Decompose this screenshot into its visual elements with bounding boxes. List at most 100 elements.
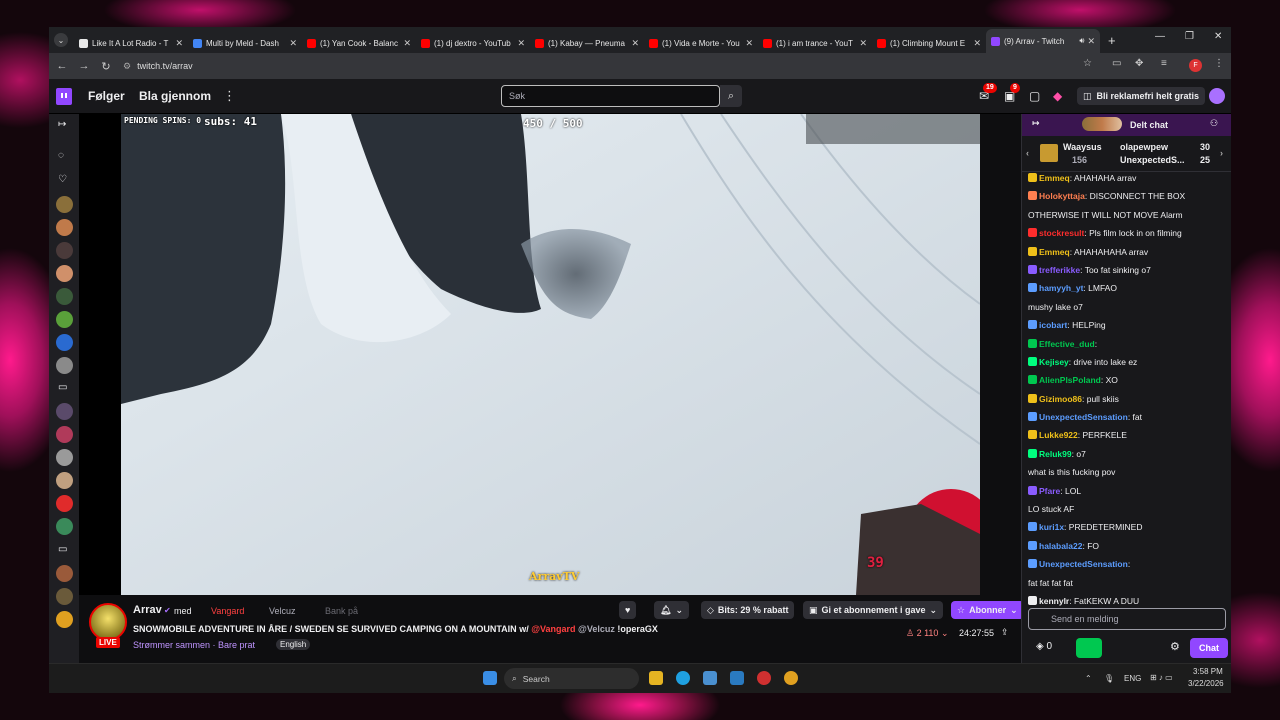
extensions-icon[interactable]: ✥ (1135, 58, 1143, 69)
channel-avatar[interactable] (56, 311, 73, 328)
tab-close-icon[interactable]: ✕ (289, 38, 297, 49)
chat-username[interactable]: UnexpectedSensation (1039, 412, 1128, 422)
tab-close-icon[interactable]: ✕ (403, 38, 411, 49)
browser-tab[interactable]: (1) Kabay — Pneuma ✕ (530, 33, 644, 53)
channel-avatar[interactable] (56, 518, 73, 535)
chat-settings-gear-icon[interactable]: ⚙ (1170, 640, 1180, 653)
reading-list-icon[interactable]: ≡ (1161, 58, 1167, 69)
chat-username[interactable]: Effective_dud (1039, 339, 1095, 349)
language-indicator[interactable]: ENG (1124, 674, 1141, 683)
channel-avatar[interactable] (56, 265, 73, 282)
channel-avatar[interactable] (56, 495, 73, 512)
chat-username[interactable]: AlienPlsPoland (1039, 375, 1101, 385)
clock-time[interactable]: 3:58 PM (1193, 667, 1223, 676)
tab-close-icon[interactable]: ✕ (745, 38, 753, 49)
share-icon[interactable]: ⇪ (1001, 627, 1009, 638)
browser-tab[interactable]: (9) Arrav - Twitch 🔊︎ ✕ (986, 29, 1100, 53)
url-field[interactable]: ⚙ twitch.tv/arrav (123, 61, 193, 72)
channel-avatar[interactable] (56, 242, 73, 259)
chat-username[interactable]: Reluk99 (1039, 449, 1072, 459)
tab-close-icon[interactable]: ✕ (517, 38, 525, 49)
channel-avatar[interactable] (56, 426, 73, 443)
forward-icon[interactable]: → (73, 60, 95, 72)
next-chevron-icon[interactable]: › (1220, 148, 1223, 158)
gift-sub-button[interactable]: ▣ Gi et abonnement i gave ⌄ (803, 601, 944, 619)
video-player[interactable]: PENDING SPINS: 0 subs: 41 450 / 500 Arra… (121, 114, 980, 595)
chat-username[interactable]: Pfare (1039, 486, 1060, 496)
channel-avatar[interactable] (56, 288, 73, 305)
streamer-name[interactable]: Arrav (133, 604, 162, 616)
edge-icon[interactable] (676, 671, 690, 685)
collapse-chat-icon[interactable]: ↦ (1032, 118, 1040, 129)
ad-free-button[interactable]: ◫ Bli reklamefri helt gratis (1077, 87, 1206, 105)
channel-avatar[interactable] (56, 219, 73, 236)
search-input[interactable]: Søk (501, 85, 720, 107)
expand-sidebar-icon[interactable]: ↦ (58, 119, 66, 130)
chat-username[interactable]: kennylr (1039, 596, 1069, 606)
chat-username[interactable]: Emmeq (1039, 247, 1070, 257)
channel-avatar[interactable] (56, 611, 73, 628)
browser-tab[interactable]: Like It A Lot Radio - T ✕ (74, 33, 188, 53)
language-tag[interactable]: English (276, 639, 311, 650)
chat-username[interactable]: UnexpectedSensation (1039, 559, 1128, 569)
site-info-icon[interactable]: ⚙ (123, 61, 131, 72)
title-mention-vangard[interactable]: @Vangard (531, 624, 575, 634)
twitch-logo-icon[interactable] (56, 88, 72, 105)
followed-heart-icon[interactable]: ♡ (58, 174, 67, 185)
channel-avatar[interactable] (56, 196, 73, 213)
start-windows-icon[interactable] (483, 671, 497, 685)
stream-category[interactable]: Strømmer sammen · Bare prat (133, 640, 255, 650)
browser-tab[interactable]: (1) Climbing Mount E ✕ (872, 33, 986, 53)
browser-tab[interactable]: (1) dj dextro - YouTub ✕ (416, 33, 530, 53)
whispers-icon[interactable]: ▢ (1029, 89, 1040, 103)
chat-username[interactable]: Gizimoo86 (1039, 394, 1082, 404)
chat-username[interactable]: kuri1x (1039, 522, 1064, 532)
bookmark-star-icon[interactable]: ☆ (1083, 58, 1092, 69)
user-avatar[interactable] (1209, 88, 1225, 104)
nav-browse[interactable]: Bla gjennom (139, 89, 211, 103)
menu-kebab-icon[interactable]: ⋮ (1214, 58, 1224, 69)
title-mention-velcuz[interactable]: @Velcuz (578, 624, 615, 634)
browser-tab[interactable]: (1) Yan Cook - Balanc ✕ (302, 33, 416, 53)
channel-avatar[interactable] (56, 403, 73, 420)
close-window-icon[interactable]: ✕ (1214, 31, 1222, 42)
prediction-icon[interactable] (1076, 638, 1102, 658)
prev-chevron-icon[interactable]: ‹ (1026, 148, 1029, 158)
channel-avatar[interactable] (56, 588, 73, 605)
chat-username[interactable]: trefferikke (1039, 265, 1080, 275)
chat-input[interactable]: Send en melding (1028, 608, 1226, 630)
browser-tab[interactable]: Multi by Meld - Dash ✕ (188, 33, 302, 53)
chat-username[interactable]: Holokyttaja (1039, 191, 1085, 201)
tab-close-icon[interactable]: ✕ (175, 38, 183, 49)
nav-following[interactable]: Følger (88, 89, 125, 103)
follow-heart-button[interactable]: ♥ (619, 601, 637, 619)
video-icon[interactable]: ▭ (58, 382, 67, 393)
taskbar-search[interactable]: ⌕ Search (504, 668, 639, 689)
chat-username[interactable]: icobart (1039, 320, 1067, 330)
tray-chevron-icon[interactable]: ⌃ (1085, 674, 1092, 683)
collab-velcuz[interactable]: Velcuz (269, 606, 296, 616)
chat-username[interactable]: hamyyh_yt (1039, 283, 1083, 293)
browser-tab[interactable]: (1) Vida e Morte - You ✕ (644, 33, 758, 53)
users-icon[interactable]: ⚇ (1210, 118, 1218, 129)
more-kebab-icon[interactable]: ⋮ (223, 88, 236, 104)
channel-avatar[interactable] (56, 565, 73, 582)
streamer-avatar[interactable] (89, 603, 127, 641)
microphone-icon[interactable]: 🎙︎ (1104, 674, 1114, 683)
profile-avatar[interactable]: F (1189, 59, 1202, 72)
video-icon[interactable]: ▭ (58, 544, 67, 555)
clock-date[interactable]: 3/22/2026 (1188, 679, 1224, 688)
tab-close-icon[interactable]: ✕ (973, 38, 981, 49)
prime-gem-icon[interactable]: ◆ (1053, 89, 1062, 103)
chat-username[interactable]: Emmeq (1039, 173, 1070, 183)
tab-close-icon[interactable]: ✕ (859, 38, 867, 49)
network-volume-battery-icon[interactable]: ⊞ ♪ ▭ (1150, 673, 1173, 682)
back-icon[interactable]: ← (51, 60, 73, 72)
channel-points-icon[interactable]: ◈ 0 (1036, 641, 1052, 652)
browser-tab[interactable]: (1) i am trance - YouT ✕ (758, 33, 872, 53)
notification-bell-button[interactable]: 🔔︎ ⌄ (654, 601, 689, 619)
chrome-icon[interactable] (784, 671, 798, 685)
new-tab-plus-icon[interactable]: + (1108, 33, 1116, 48)
chat-send-button[interactable]: Chat (1190, 638, 1228, 658)
subscribe-button[interactable]: ☆ Abonner ⌄ (951, 601, 1024, 619)
